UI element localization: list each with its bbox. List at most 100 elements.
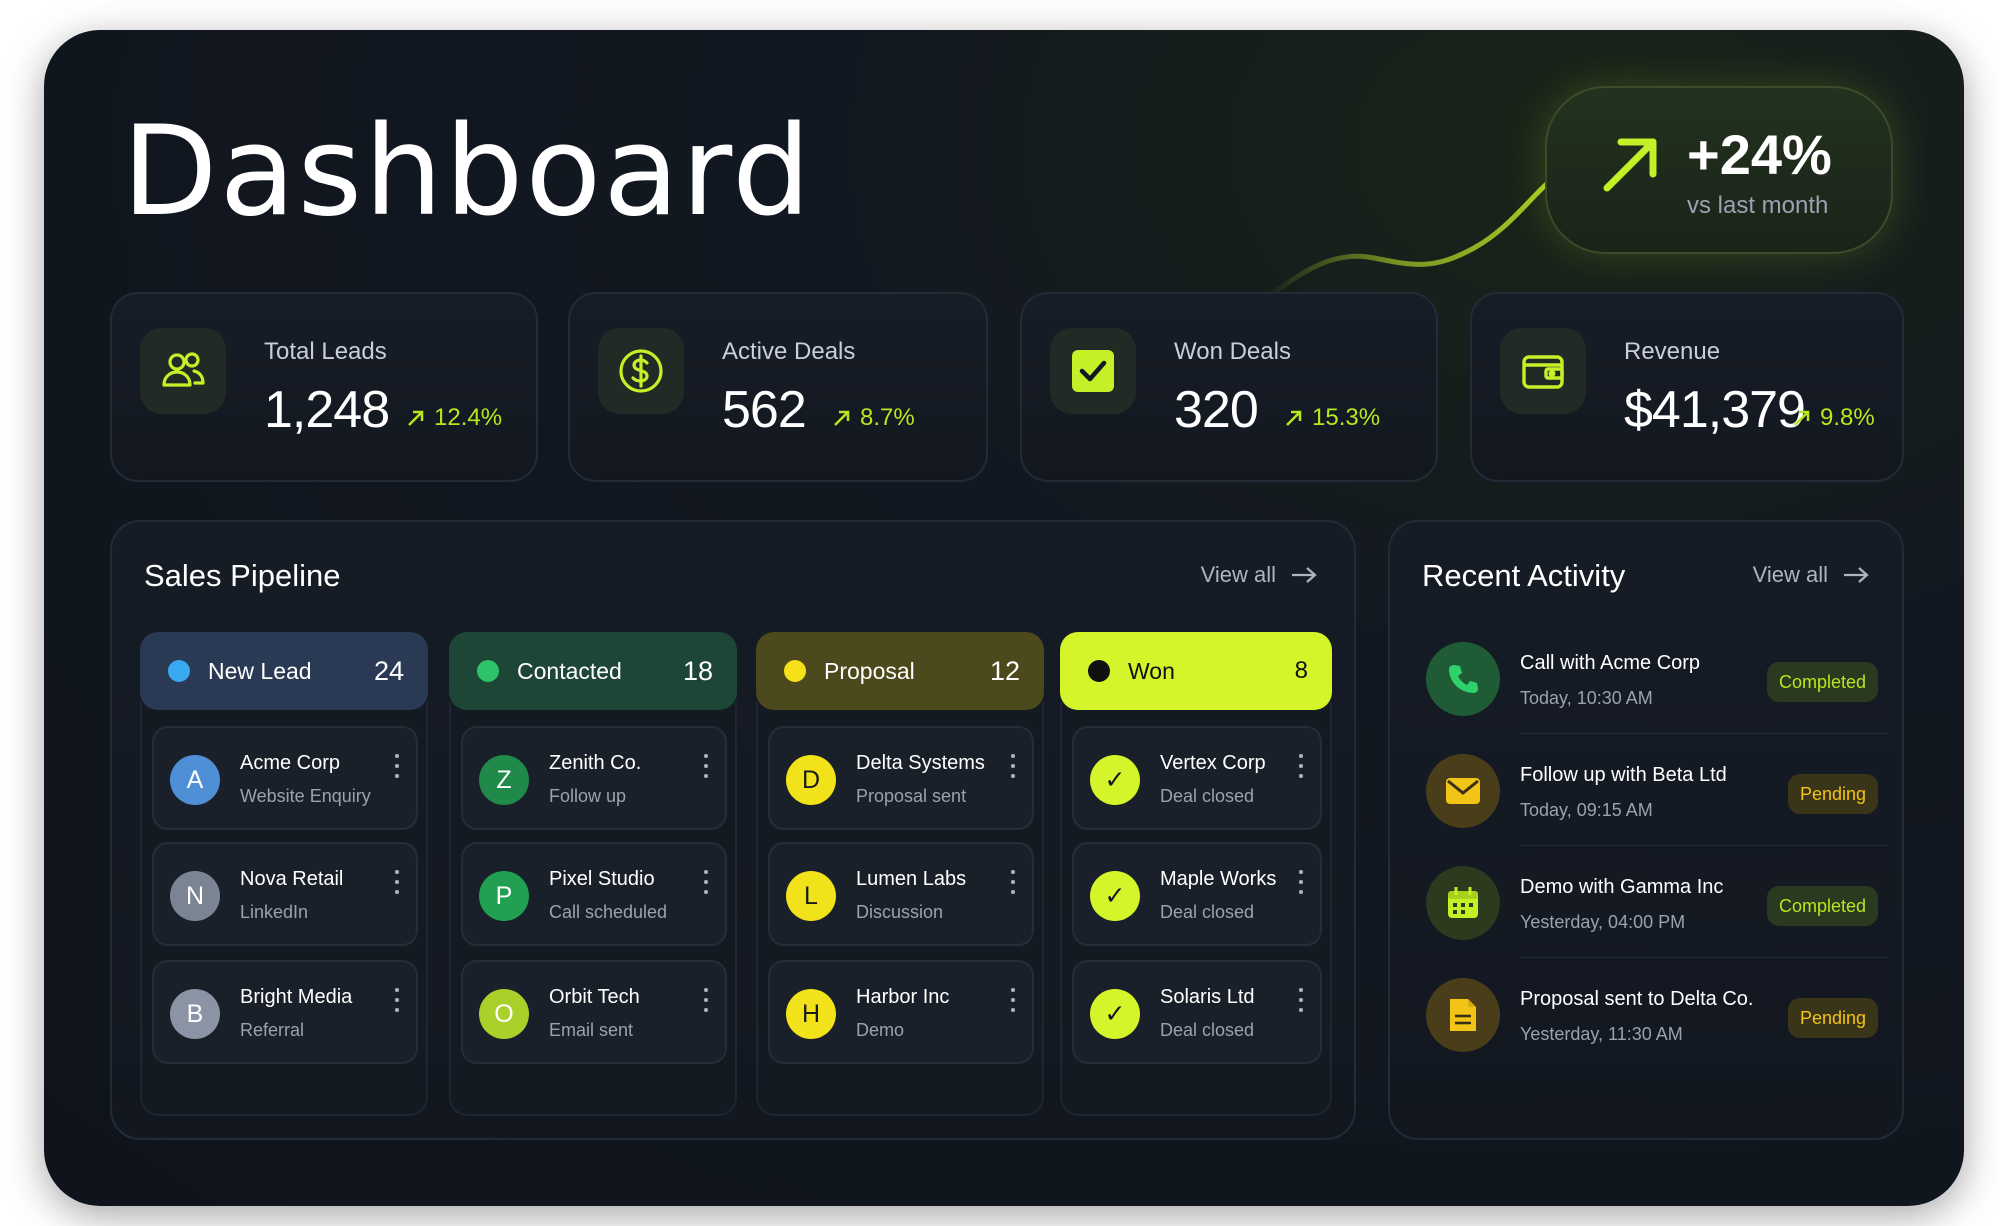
more-vertical-icon[interactable]	[1008, 988, 1018, 1012]
stat-delta: 15.3%	[1284, 404, 1380, 432]
deal-card[interactable]: L Lumen Labs Discussion	[768, 842, 1034, 946]
avatar: D	[786, 755, 836, 805]
arrow-up-right-icon	[1286, 410, 1302, 426]
check-circle-icon: ✓	[1090, 871, 1140, 921]
column-header[interactable]: Contacted 18	[449, 632, 737, 710]
column-header[interactable]: Proposal 12	[756, 632, 1044, 710]
deal-source: Follow up	[549, 786, 627, 806]
column-body: Z Zenith Co. Follow up P Pixel Studio Ca…	[449, 702, 737, 1116]
activity-title: Proposal sent to Delta Co.	[1520, 988, 1754, 1010]
view-all-label: View all	[1200, 562, 1276, 587]
deal-name: Pixel Studio	[549, 868, 655, 890]
activity-time: Yesterday, 04:00 PM	[1520, 912, 1686, 932]
deal-name: Harbor Inc	[856, 986, 950, 1008]
deal-card[interactable]: A Acme Corp Website Enquiry	[152, 726, 418, 830]
deal-card[interactable]: N Nova Retail LinkedIn	[152, 842, 418, 946]
more-vertical-icon[interactable]	[701, 988, 711, 1012]
deal-card[interactable]: P Pixel Studio Call scheduled	[461, 842, 727, 946]
status-badge: Completed	[1766, 662, 1878, 702]
stat-delta: 9.8%	[1792, 404, 1875, 432]
more-vertical-icon[interactable]	[1008, 754, 1018, 778]
deal-card[interactable]: ✓ Vertex Corp Deal closed	[1072, 726, 1322, 830]
recent-activity-panel: Recent Activity View all Call with Acme …	[1388, 520, 1904, 1140]
panel-title: Sales Pipeline	[144, 558, 341, 593]
stat-card-revenue[interactable]: Revenue $41,379 9.8%	[1470, 292, 1904, 482]
more-vertical-icon[interactable]	[701, 754, 711, 778]
more-vertical-icon[interactable]	[392, 754, 402, 778]
check-square-icon	[1050, 328, 1136, 414]
activity-time: Today, 09:15 AM	[1520, 800, 1653, 820]
stat-card-active-deals[interactable]: Active Deals 562 8.7%	[568, 292, 988, 482]
status-dot	[784, 660, 806, 682]
more-vertical-icon[interactable]	[392, 870, 402, 894]
deal-name: Maple Works	[1160, 868, 1277, 890]
stat-delta: 12.4%	[406, 404, 502, 432]
deal-card[interactable]: O Orbit Tech Email sent	[461, 960, 727, 1064]
column-count: 8	[1294, 657, 1308, 684]
activity-title: Demo with Gamma Inc	[1520, 876, 1724, 898]
stat-label: Won Deals	[1174, 338, 1291, 365]
status-badge: Pending	[1787, 774, 1878, 814]
column-body: A Acme Corp Website Enquiry N Nova Retai…	[140, 702, 428, 1116]
deal-name: Delta Systems	[856, 752, 985, 774]
dollar-icon	[598, 328, 684, 414]
deal-name: Zenith Co.	[549, 752, 642, 774]
more-vertical-icon[interactable]	[701, 870, 711, 894]
column-name: New Lead	[208, 657, 312, 684]
deal-source: Email sent	[549, 1020, 634, 1040]
avatar: P	[479, 871, 529, 921]
more-vertical-icon[interactable]	[392, 988, 402, 1012]
dashboard-frame: Dashboard +24% vs last month Total Leads…	[44, 30, 1964, 1206]
more-vertical-icon[interactable]	[1296, 988, 1306, 1012]
wallet-icon	[1500, 328, 1586, 414]
stat-delta-value: 9.8%	[1820, 404, 1875, 431]
check-circle-icon: ✓	[1090, 989, 1140, 1039]
deal-source: Proposal sent	[856, 786, 967, 806]
deal-name: Solaris Ltd	[1160, 986, 1255, 1008]
trending-up-icon	[1603, 138, 1657, 192]
calendar-icon	[1426, 866, 1500, 940]
stat-value: 562	[722, 381, 807, 439]
pipeline-column-proposal: D Delta Systems Proposal sent L Lumen La…	[756, 632, 1044, 1116]
deal-card[interactable]: H Harbor Inc Demo	[768, 960, 1034, 1064]
deal-card[interactable]: ✓ Maple Works Deal closed	[1072, 842, 1322, 946]
column-name: Proposal	[824, 657, 915, 684]
status-badge: Pending	[1787, 998, 1878, 1038]
stat-value: $41,379	[1624, 381, 1806, 439]
activity-item[interactable]: Call with Acme Corp Today, 10:30 AM Comp…	[1420, 622, 1888, 734]
deal-card[interactable]: B Bright Media Referral	[152, 960, 418, 1064]
pipeline-column-new-lead: A Acme Corp Website Enquiry N Nova Retai…	[140, 632, 428, 1116]
pipeline-column-won: ✓ Vertex Corp Deal closed ✓ Maple Works …	[1060, 632, 1332, 1116]
more-vertical-icon[interactable]	[1296, 754, 1306, 778]
view-all-link[interactable]: View all	[1753, 562, 1870, 588]
deal-name: Nova Retail	[240, 868, 344, 890]
deal-status: Deal closed	[1160, 1020, 1255, 1040]
stat-label: Active Deals	[722, 338, 856, 365]
activity-item[interactable]: Proposal sent to Delta Co. Yesterday, 11…	[1420, 958, 1878, 1070]
deal-source: Call scheduled	[549, 902, 668, 922]
more-vertical-icon[interactable]	[1296, 870, 1306, 894]
column-header[interactable]: New Lead 24	[140, 632, 428, 710]
avatar: N	[170, 871, 220, 921]
stat-card-total-leads[interactable]: Total Leads 1,248 12.4%	[110, 292, 538, 482]
deal-name: Vertex Corp	[1160, 752, 1266, 774]
more-vertical-icon[interactable]	[1008, 870, 1018, 894]
status-dot	[477, 660, 499, 682]
arrow-right-icon	[1292, 567, 1317, 583]
stat-value: 320	[1174, 381, 1259, 439]
deal-card[interactable]: D Delta Systems Proposal sent	[768, 726, 1034, 830]
activity-item[interactable]: Follow up with Beta Ltd Today, 09:15 AM …	[1420, 734, 1888, 846]
deal-card[interactable]: ✓ Solaris Ltd Deal closed	[1072, 960, 1322, 1064]
column-header[interactable]: Won 8	[1060, 632, 1332, 710]
stat-delta-value: 12.4%	[434, 404, 503, 431]
phone-icon	[1426, 642, 1500, 716]
deal-name: Acme Corp	[240, 752, 341, 774]
deal-card[interactable]: Z Zenith Co. Follow up	[461, 726, 727, 830]
deal-name: Bright Media	[240, 986, 353, 1008]
view-all-link[interactable]: View all	[1201, 562, 1318, 588]
activity-item[interactable]: Demo with Gamma Inc Yesterday, 04:00 PM …	[1420, 846, 1888, 958]
arrow-up-right-icon	[1794, 410, 1810, 426]
stat-label: Revenue	[1624, 338, 1721, 365]
deal-source: Discussion	[856, 902, 944, 922]
stat-card-won-deals[interactable]: Won Deals 320 15.3%	[1020, 292, 1438, 482]
